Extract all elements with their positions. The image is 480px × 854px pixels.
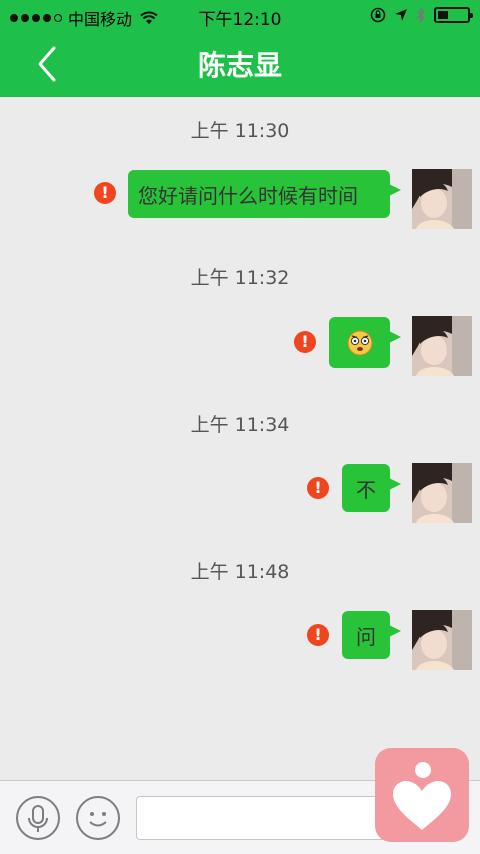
avatar-image [412,316,472,376]
avatar-image [412,169,472,229]
message-bubble[interactable]: 您好请问什么时候有时间 [128,170,401,218]
app-logo[interactable] [375,748,469,842]
smiley-icon [89,812,107,827]
message-text: 问 [356,624,376,649]
dizzy-face-emoji [347,330,372,355]
rotation-lock-icon [370,7,386,23]
timestamp: 上午 11:30 [190,120,290,142]
timestamp: 上午 11:48 [190,561,290,583]
timestamp: 上午 11:32 [190,267,290,289]
avatar-image [412,610,472,670]
send-failed-icon[interactable]: ! [307,477,329,499]
timestamp: 上午 11:34 [190,414,290,436]
bluetooth-icon [416,7,426,23]
message-bubble[interactable]: 不 [342,464,401,512]
location-arrow-icon [395,9,407,21]
message-input[interactable] [136,796,398,840]
send-failed-icon[interactable]: ! [307,624,329,646]
avatar[interactable] [412,169,472,229]
voice-button[interactable] [16,796,60,840]
message-text: 不 [356,477,376,502]
message-bubble[interactable]: 问 [342,611,401,659]
emoji-button[interactable] [76,796,120,840]
message-bubble[interactable] [329,317,401,368]
heart-logo-icon [393,762,451,830]
avatar[interactable] [412,610,472,670]
status-bar: 中国移动 下午12:10 [0,0,480,32]
microphone-icon [28,805,48,832]
avatar-image [412,463,472,523]
battery-icon [434,7,473,23]
avatar[interactable] [412,463,472,523]
page-title: 陈志显 [197,49,282,82]
nav-bar: 陈志显 [0,32,480,97]
avatar[interactable] [412,316,472,376]
status-right [370,7,473,23]
send-failed-icon[interactable]: ! [94,182,116,204]
message-text: 您好请问什么时候有时间 [138,183,358,208]
send-failed-icon[interactable]: ! [294,331,316,353]
